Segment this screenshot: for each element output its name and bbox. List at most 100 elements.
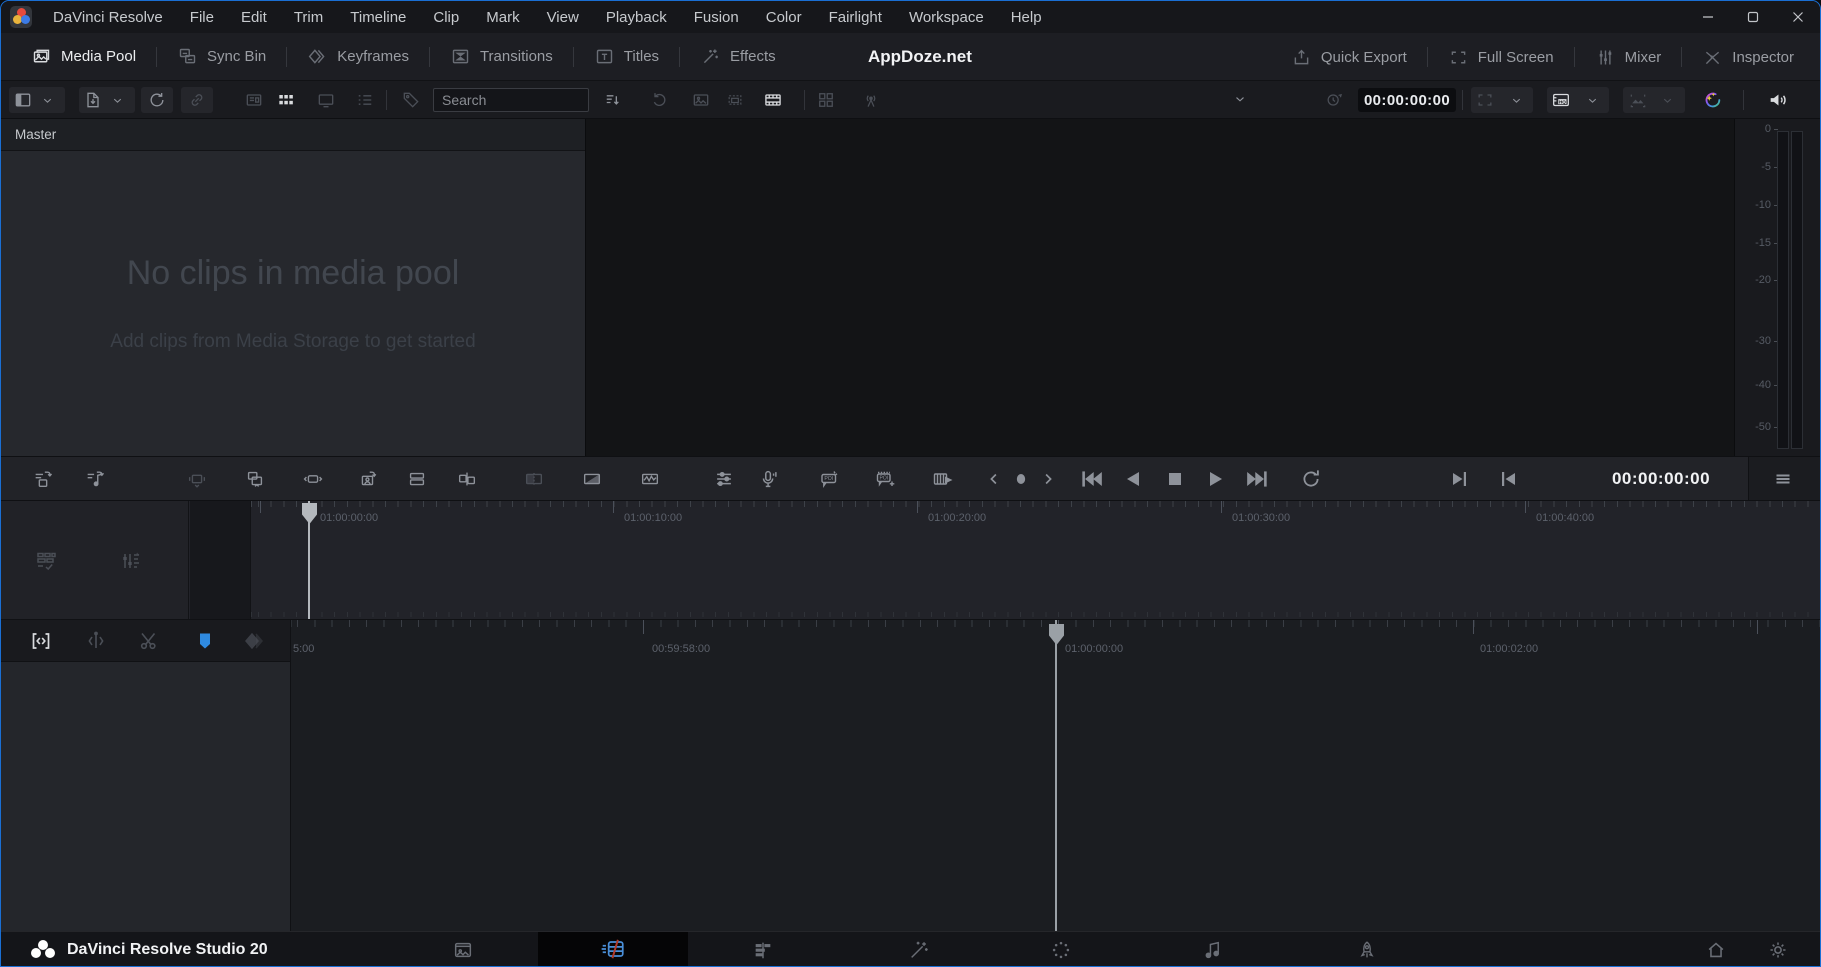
marker-flag-button[interactable]	[193, 629, 217, 653]
timeline-options-menu-button[interactable]	[1765, 457, 1801, 500]
menu-playback[interactable]: Playback	[606, 9, 667, 26]
transport-timecode[interactable]: 00:00:00:00	[1601, 457, 1721, 500]
page-fusion-button[interactable]	[889, 932, 949, 967]
menu-view[interactable]: View	[547, 9, 579, 26]
audio-monitor-speaker-button[interactable]	[1767, 89, 1789, 111]
view-grid-button[interactable]	[276, 90, 296, 110]
inspector-button[interactable]: Inspector	[1682, 43, 1814, 71]
loop-playback-button[interactable]	[1293, 457, 1329, 500]
view-strip-button[interactable]	[316, 90, 336, 110]
place-on-top-button[interactable]	[295, 457, 331, 500]
sort-button[interactable]	[603, 90, 623, 110]
bin-header[interactable]: Master	[1, 119, 585, 151]
timeline-playhead-handle[interactable]	[1049, 624, 1064, 645]
step-back-button[interactable]	[983, 457, 1005, 500]
split-move-button[interactable]	[84, 629, 108, 653]
home-button[interactable]	[1686, 932, 1746, 967]
append-audio-button[interactable]	[77, 457, 113, 500]
step-forward-button[interactable]	[1037, 457, 1059, 500]
play-around-clip-button[interactable]	[925, 457, 961, 500]
view-card-button[interactable]	[244, 90, 264, 110]
import-chevron-icon[interactable]	[111, 94, 124, 107]
poi-marker-button[interactable]: POI	[811, 457, 847, 500]
timeline-view-options-button[interactable]	[34, 549, 58, 573]
menu-mark[interactable]: Mark	[486, 9, 519, 26]
close-up-button[interactable]	[237, 457, 273, 500]
track-controls-button[interactable]	[119, 549, 143, 573]
tab-transitions[interactable]: Transitions	[430, 43, 573, 71]
viewer-canvas[interactable]	[586, 119, 1734, 456]
menu-fairlight[interactable]: Fairlight	[829, 9, 882, 26]
tools-button[interactable]	[706, 457, 742, 500]
smart-insert-button[interactable]	[25, 457, 61, 500]
ripple-overwrite-button[interactable]	[179, 457, 215, 500]
frame-guides-chevron-icon[interactable]	[1510, 94, 1523, 107]
menu-clip[interactable]: Clip	[433, 9, 459, 26]
source-overwrite-button[interactable]	[349, 457, 385, 500]
color-boost-button[interactable]	[1701, 89, 1723, 111]
search-input[interactable]	[433, 88, 589, 112]
menu-file[interactable]: File	[190, 9, 214, 26]
transition-picker-button[interactable]	[242, 629, 266, 653]
fit-to-fill-button[interactable]	[399, 457, 435, 500]
view-list-button[interactable]	[355, 90, 375, 110]
close-button[interactable]	[1775, 1, 1820, 33]
play-reverse-button[interactable]	[1115, 457, 1151, 500]
transition-cut-button[interactable]	[516, 457, 552, 500]
transition-smoothcut-button[interactable]	[632, 457, 668, 500]
stop-button[interactable]	[1157, 457, 1193, 500]
menu-davinci-resolve[interactable]: DaVinci Resolve	[53, 9, 163, 26]
quick-export-button[interactable]: Quick Export	[1271, 43, 1427, 71]
page-fairlight-button[interactable]	[1183, 932, 1243, 967]
page-color-button[interactable]	[1031, 932, 1091, 967]
page-deliver-button[interactable]	[1337, 932, 1397, 967]
bin-list-toggle-button[interactable]	[13, 90, 33, 110]
tab-sync-bin[interactable]: Sync Bin	[157, 43, 286, 71]
trim-mode-button[interactable]	[29, 629, 53, 653]
next-edit-button[interactable]	[1441, 457, 1477, 500]
page-edit-button[interactable]	[733, 932, 793, 967]
refresh-button[interactable]	[649, 90, 669, 110]
viewer-source-clip-button[interactable]	[691, 90, 711, 110]
razor-split-button[interactable]	[137, 629, 161, 653]
sync-clips-button[interactable]	[147, 90, 167, 110]
menu-trim[interactable]: Trim	[294, 9, 323, 26]
voiceover-mic-button[interactable]	[751, 457, 787, 500]
tab-media-pool[interactable]: Media Pool	[11, 43, 156, 71]
mixer-button[interactable]: Mixer	[1575, 43, 1682, 71]
viewer-option-dropdown[interactable]	[1061, 88, 1251, 112]
enhance-chevron-icon[interactable]	[1661, 94, 1674, 107]
menu-help[interactable]: Help	[1011, 9, 1042, 26]
frame-guides-button[interactable]	[1475, 90, 1495, 110]
add-poi-button[interactable]: POI	[867, 457, 903, 500]
maximize-button[interactable]	[1730, 1, 1775, 33]
menu-color[interactable]: Color	[766, 9, 802, 26]
tab-effects[interactable]: Effects	[680, 43, 796, 71]
goto-end-button[interactable]	[1240, 457, 1276, 500]
image-enhance-button[interactable]	[1628, 90, 1648, 110]
transition-dissolve-button[interactable]	[574, 457, 610, 500]
settings-button[interactable]	[1748, 932, 1808, 967]
link-clips-icon[interactable]	[187, 90, 207, 110]
record-button[interactable]	[1009, 457, 1033, 500]
full-screen-button[interactable]: Full Screen	[1428, 43, 1574, 71]
page-media-button[interactable]	[433, 932, 493, 967]
tag-filter-icon[interactable]	[401, 90, 421, 110]
tab-titles[interactable]: Titles	[574, 43, 679, 71]
goto-start-button[interactable]	[1073, 457, 1109, 500]
play-button[interactable]	[1198, 457, 1234, 500]
viewer-source-tape-button[interactable]	[763, 90, 783, 110]
bin-toggle-chevron-icon[interactable]	[41, 94, 54, 107]
import-media-button[interactable]	[83, 90, 103, 110]
menu-workspace[interactable]: Workspace	[909, 9, 984, 26]
timeline-playhead[interactable]	[1055, 620, 1057, 932]
overview-playhead-handle[interactable]	[302, 503, 317, 524]
tab-keyframes[interactable]: Keyframes	[287, 43, 429, 71]
page-cut-button[interactable]	[538, 932, 688, 967]
menu-edit[interactable]: Edit	[241, 9, 267, 26]
menu-fusion[interactable]: Fusion	[694, 9, 739, 26]
split-clip-button[interactable]	[449, 457, 485, 500]
viewer-timecode[interactable]: 00:00:00:00	[1358, 88, 1456, 112]
live-stream-icon[interactable]	[861, 90, 881, 110]
viewer-trim-editor-button[interactable]	[725, 90, 745, 110]
